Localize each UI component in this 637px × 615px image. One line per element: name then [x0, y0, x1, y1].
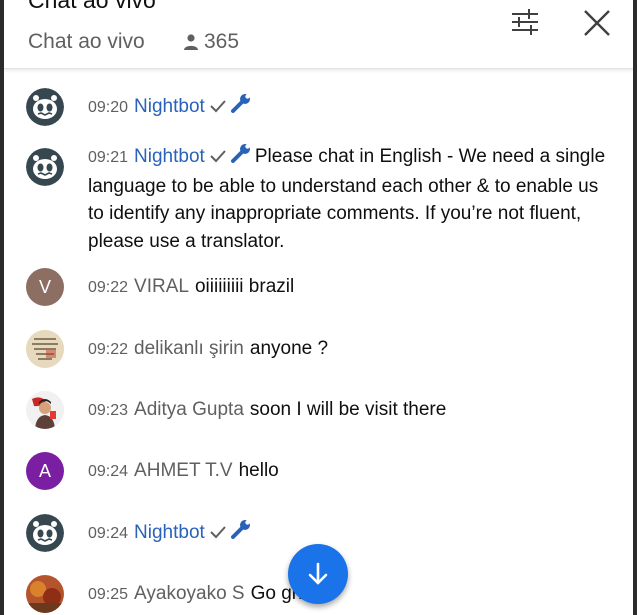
chat-message[interactable]: 09:22 delikanlı şirin anyone ? [4, 330, 633, 370]
message-text: soon I will be visit there [249, 399, 447, 420]
check-icon [209, 95, 227, 123]
nightbot-avatar-icon [26, 88, 64, 126]
person-icon [184, 34, 198, 50]
nightbot-avatar-icon [26, 148, 64, 186]
avatar[interactable] [26, 514, 64, 552]
wrench-icon [230, 142, 252, 173]
message-time: 09:24 [88, 463, 129, 480]
chat-message[interactable]: 09:23 Aditya Gupta soon I will be visit th… [4, 391, 633, 431]
message-time: 09:21 [88, 149, 129, 166]
filter-button[interactable] [507, 4, 543, 40]
message-text: hello [238, 460, 279, 481]
avatar[interactable] [26, 330, 64, 368]
sliders-icon [512, 9, 538, 35]
arrow-down-icon [308, 562, 328, 585]
message-time: 09:22 [88, 279, 129, 296]
message-text: anyone ? [249, 338, 329, 359]
profile-photo [26, 330, 64, 368]
wrench-icon [230, 92, 252, 123]
chat-message[interactable]: V 09:22 VIRAL oiiiiiiiii brazil [4, 268, 633, 308]
message-author[interactable]: Nightbot [134, 146, 205, 167]
check-icon [209, 145, 227, 173]
avatar[interactable]: A [26, 452, 64, 490]
message-author[interactable]: delikanlı şirin [134, 338, 244, 359]
live-chat-panel: Chat ao vivo Chat ao vivo 365 09:20 Nigh… [4, 0, 633, 615]
wrench-icon [230, 518, 252, 549]
message-time: 09:24 [88, 525, 129, 542]
chat-message[interactable]: 09:21 Nightbot Please chat in English - We… [4, 144, 633, 258]
profile-photo [26, 575, 64, 613]
message-author[interactable]: VIRAL [134, 276, 189, 297]
profile-photo [26, 391, 64, 429]
message-time: 09:25 [88, 586, 129, 603]
avatar-letter: V [38, 276, 51, 297]
avatar[interactable] [26, 575, 64, 613]
message-text: oiiiiiiiii brazil [194, 276, 295, 297]
chat-message[interactable]: 09:20 Nightbot [4, 88, 633, 128]
check-icon [209, 521, 227, 549]
avatar[interactable]: V [26, 268, 64, 306]
nightbot-avatar-icon [26, 514, 64, 552]
message-time: 09:20 [88, 99, 129, 116]
chat-message[interactable]: A 09:24 AHMET T.V hello [4, 452, 633, 492]
message-author[interactable]: AHMET T.V [134, 460, 233, 481]
viewer-count-value: 365 [204, 30, 240, 53]
message-author[interactable]: Nightbot [134, 522, 205, 543]
avatar-letter: A [38, 460, 51, 481]
chat-mode-selector[interactable]: Chat ao vivo [28, 30, 145, 54]
chat-header: Chat ao vivo Chat ao vivo 365 [4, 0, 633, 69]
message-time: 09:22 [88, 341, 129, 358]
message-author[interactable]: Aditya Gupta [134, 399, 244, 420]
close-icon [584, 10, 610, 36]
close-button[interactable] [578, 4, 616, 42]
message-time: 09:23 [88, 402, 129, 419]
scroll-to-bottom-button[interactable] [288, 544, 348, 604]
message-author[interactable]: Nightbot [134, 96, 205, 117]
chat-title: Chat ao vivo [28, 0, 156, 13]
avatar[interactable] [26, 88, 64, 126]
avatar[interactable] [26, 391, 64, 429]
message-author[interactable]: Ayakoyako S [134, 583, 245, 604]
viewer-count: 365 [182, 30, 239, 54]
avatar[interactable] [26, 148, 64, 186]
